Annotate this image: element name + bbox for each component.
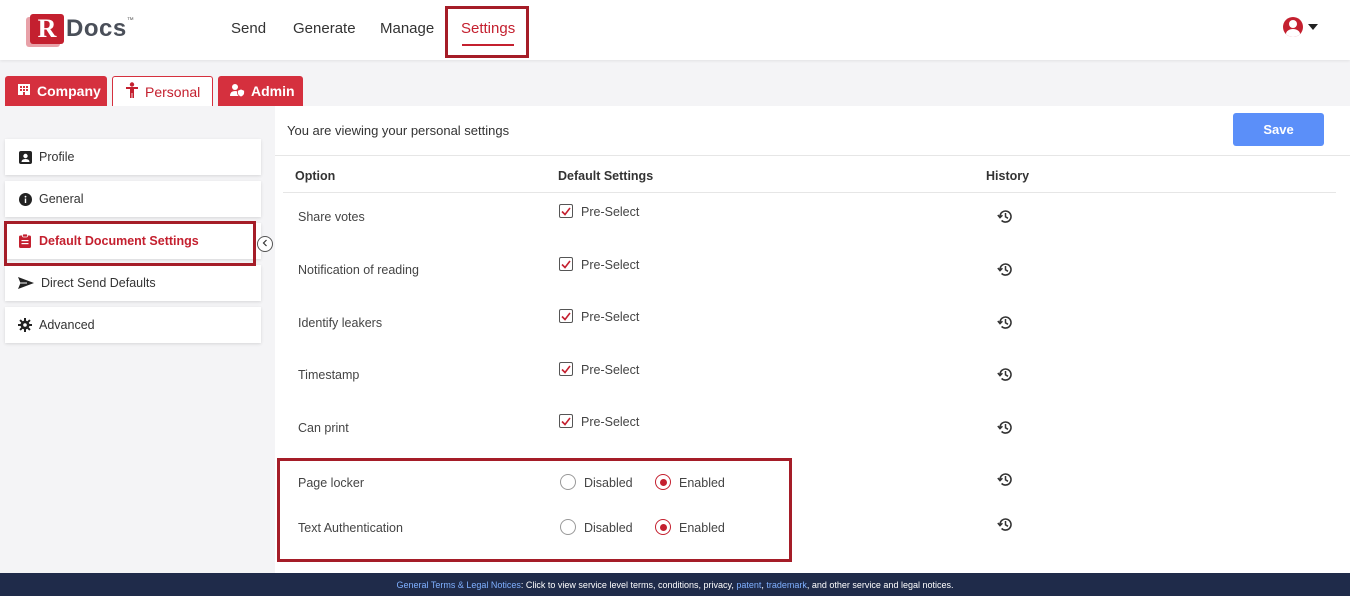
chevron-left-icon xyxy=(261,239,269,250)
user-shield-icon xyxy=(230,83,245,100)
legal-footer: General Terms & Legal Notices : Click to… xyxy=(0,573,1350,596)
sidebar-item-label: Direct Send Defaults xyxy=(41,276,156,290)
paper-plane-icon xyxy=(18,276,34,290)
option-label-share-votes: Share votes xyxy=(298,210,365,224)
nav-settings[interactable]: Settings xyxy=(461,20,515,37)
check-icon xyxy=(561,417,571,426)
rdocs-logo[interactable]: R Docs ™ xyxy=(30,13,134,45)
header-divider xyxy=(283,192,1336,193)
pre-select-label: Pre-Select xyxy=(581,205,640,219)
option-label-text-authentication: Text Authentication xyxy=(298,521,403,535)
profile-card-icon xyxy=(18,150,32,164)
radio-label-enabled: Enabled xyxy=(679,476,725,490)
history-icon[interactable] xyxy=(996,260,1014,278)
column-header-default-settings: Default Settings xyxy=(558,169,654,183)
radio-label-disabled: Disabled xyxy=(584,476,633,490)
can-print-checkbox[interactable] xyxy=(559,414,573,428)
option-label-notification-of-reading: Notification of reading xyxy=(298,263,419,277)
page-locker-disabled-radio[interactable] xyxy=(560,474,576,490)
sidebar-item-profile[interactable]: Profile xyxy=(5,139,261,175)
history-icon[interactable] xyxy=(996,207,1014,225)
history-icon[interactable] xyxy=(996,313,1014,331)
logo-text: Docs xyxy=(66,15,127,42)
user-menu[interactable] xyxy=(1283,17,1318,37)
patent-link[interactable]: patent xyxy=(736,580,761,590)
info-icon xyxy=(18,192,32,206)
sidebar-item-direct-send-defaults[interactable]: Direct Send Defaults xyxy=(5,265,261,301)
general-terms-link[interactable]: General Terms & Legal Notices xyxy=(397,580,521,590)
top-navbar: R Docs ™ Send Generate Manage Settings xyxy=(0,0,1350,60)
check-icon xyxy=(561,207,571,216)
sidebar-item-default-document-settings[interactable]: Default Document Settings xyxy=(5,223,261,259)
option-label-identify-leakers: Identify leakers xyxy=(298,316,383,330)
tab-company-label: Company xyxy=(37,83,101,99)
check-icon xyxy=(561,312,571,321)
save-button[interactable]: Save xyxy=(1233,113,1324,146)
tab-company[interactable]: Company xyxy=(5,76,107,106)
timestamp-checkbox[interactable] xyxy=(559,362,573,376)
logo-trademark: ™ xyxy=(126,17,134,24)
pre-select-label: Pre-Select xyxy=(581,415,640,429)
building-icon xyxy=(17,83,31,99)
sidebar-item-label: Advanced xyxy=(39,318,95,332)
caret-down-icon xyxy=(1308,24,1318,30)
sidebar-collapse-button[interactable] xyxy=(257,236,273,252)
pre-select-label: Pre-Select xyxy=(581,258,640,272)
option-label-page-locker: Page locker xyxy=(298,476,365,490)
nav-active-underline xyxy=(462,44,514,46)
notification-of-reading-checkbox[interactable] xyxy=(559,257,573,271)
sidebar-item-label: Profile xyxy=(39,150,75,164)
gear-icon xyxy=(18,318,32,332)
tab-admin[interactable]: Admin xyxy=(218,76,303,106)
radio-label-enabled: Enabled xyxy=(679,521,725,535)
history-icon[interactable] xyxy=(996,515,1014,533)
tab-admin-label: Admin xyxy=(251,83,295,99)
pre-select-label: Pre-Select xyxy=(581,310,640,324)
text-authentication-disabled-radio[interactable] xyxy=(560,519,576,535)
column-header-history: History xyxy=(986,169,1030,183)
settings-panel: You are viewing your personal settings S… xyxy=(275,106,1350,573)
history-icon[interactable] xyxy=(996,470,1014,488)
nav-generate[interactable]: Generate xyxy=(293,20,356,37)
option-label-can-print: Can print xyxy=(298,421,349,435)
viewing-notice: You are viewing your personal settings xyxy=(287,123,510,138)
pre-select-label: Pre-Select xyxy=(581,363,640,377)
sidebar-item-label: Default Document Settings xyxy=(39,234,199,248)
trademark-link[interactable]: trademark xyxy=(766,580,807,590)
footer-text: : Click to view service level terms, con… xyxy=(520,579,737,590)
share-votes-checkbox[interactable] xyxy=(559,204,573,218)
column-header-option: Option xyxy=(295,169,336,183)
panel-header: You are viewing your personal settings S… xyxy=(275,106,1350,156)
sidebar-item-advanced[interactable]: Advanced xyxy=(5,307,261,343)
option-label-timestamp: Timestamp xyxy=(298,368,360,382)
check-icon xyxy=(561,365,571,374)
tab-personal-label: Personal xyxy=(145,83,201,100)
sidebar-item-label: General xyxy=(39,192,84,206)
check-icon xyxy=(561,260,571,269)
person-icon xyxy=(125,82,139,101)
history-icon[interactable] xyxy=(996,365,1014,383)
sidebar-item-general[interactable]: General xyxy=(5,181,261,217)
user-circle-icon xyxy=(1283,17,1303,37)
history-icon[interactable] xyxy=(996,418,1014,436)
page-locker-enabled-radio[interactable] xyxy=(655,474,671,490)
text-authentication-enabled-radio[interactable] xyxy=(655,519,671,535)
nav-manage[interactable]: Manage xyxy=(380,20,434,37)
radio-label-disabled: Disabled xyxy=(584,521,633,535)
nav-send[interactable]: Send xyxy=(231,20,266,37)
tab-personal[interactable]: Personal xyxy=(112,76,213,106)
clipboard-icon xyxy=(18,234,32,248)
identify-leakers-checkbox[interactable] xyxy=(559,309,573,323)
logo-letter: R xyxy=(30,14,64,44)
footer-text: , and other service and legal notices. xyxy=(806,579,954,590)
